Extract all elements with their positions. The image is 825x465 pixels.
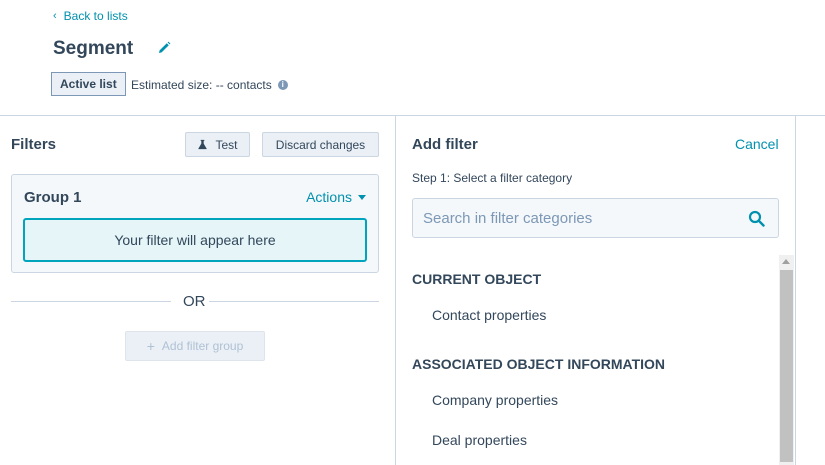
list-item-company-properties[interactable]: Company properties — [432, 392, 558, 408]
back-to-lists-link[interactable]: ‹ Back to lists — [53, 9, 128, 23]
group-title: Group 1 — [24, 189, 82, 206]
add-filter-group-label: Add filter group — [161, 339, 244, 353]
right-edge-divider — [795, 116, 796, 465]
pencil-icon[interactable] — [156, 40, 172, 56]
add-filter-title: Add filter — [412, 136, 478, 153]
actions-dropdown[interactable]: Actions — [306, 189, 366, 205]
filters-title: Filters — [11, 136, 57, 153]
search-icon[interactable] — [748, 210, 765, 227]
or-line-right — [209, 301, 379, 302]
cancel-link[interactable]: Cancel — [735, 136, 779, 152]
chevron-left-icon: ‹ — [53, 9, 57, 22]
actions-label: Actions — [306, 189, 352, 205]
search-input[interactable] — [413, 199, 733, 237]
filter-placeholder: Your filter will appear here — [23, 218, 367, 262]
search-field — [412, 198, 779, 238]
add-filter-group-button[interactable]: + Add filter group — [125, 331, 265, 361]
filter-group: Group 1 Actions Your filter will appear … — [11, 174, 379, 273]
or-separator: OR — [11, 292, 379, 312]
chevron-down-icon — [358, 194, 366, 200]
plus-icon: + — [146, 338, 155, 354]
header-divider — [0, 115, 825, 116]
scroll-thumb[interactable] — [780, 270, 793, 462]
estimated-size: Estimated size: -- contacts i — [131, 78, 288, 92]
or-label: OR — [183, 293, 206, 310]
test-button[interactable]: Test — [185, 132, 250, 157]
flask-icon — [198, 139, 208, 150]
discard-changes-button[interactable]: Discard changes — [262, 132, 379, 157]
active-list-badge: Active list — [51, 72, 126, 96]
step-label: Step 1: Select a filter category — [412, 171, 573, 185]
info-icon[interactable]: i — [277, 80, 288, 90]
page-title: Segment — [53, 38, 134, 59]
list-item-deal-properties[interactable]: Deal properties — [432, 432, 527, 448]
or-line-left — [11, 301, 171, 302]
filter-category-list: CURRENT OBJECT Contact properties ASSOCI… — [412, 255, 778, 465]
list-item-contact-properties[interactable]: Contact properties — [432, 307, 546, 323]
section-header-associated-object: ASSOCIATED OBJECT INFORMATION — [412, 356, 666, 372]
section-header-current-object: CURRENT OBJECT — [412, 271, 542, 287]
estimated-size-text: Estimated size: -- contacts — [131, 78, 272, 92]
test-button-label: Test — [215, 137, 238, 152]
page-header: ‹ Back to lists Segment Active list Esti… — [0, 0, 825, 115]
scroll-up-arrow-icon[interactable] — [782, 259, 790, 264]
back-link-label: Back to lists — [63, 9, 128, 23]
panel-divider — [395, 116, 396, 465]
scrollbar[interactable] — [779, 255, 794, 465]
